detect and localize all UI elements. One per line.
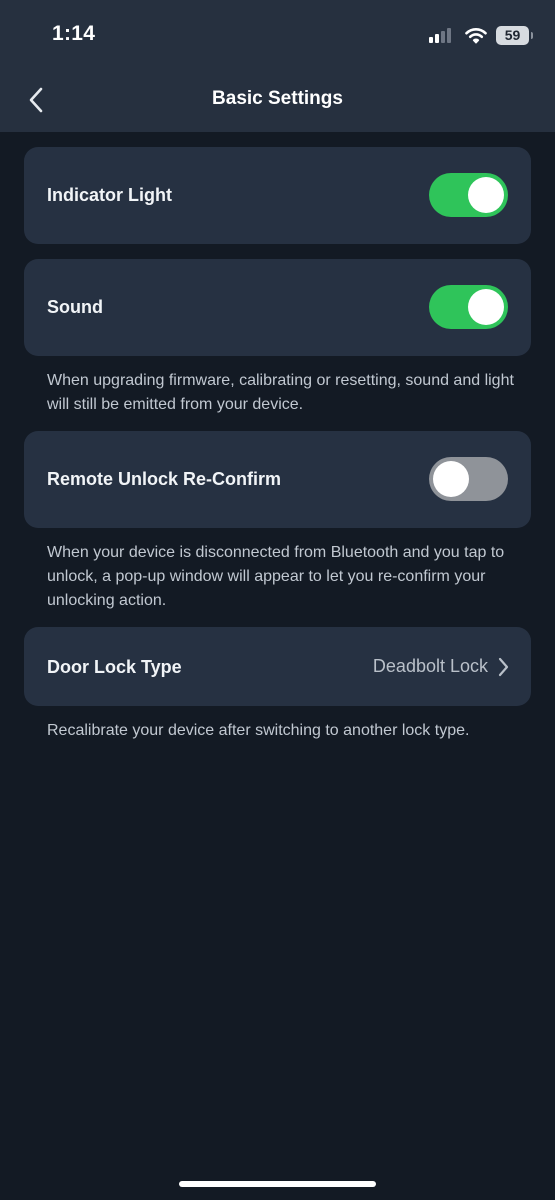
remote-unlock-label: Remote Unlock Re-Confirm [47,469,282,489]
remote-unlock-note: When your device is disconnected from Bl… [47,544,505,609]
toggle-knob [468,177,504,213]
status-time: 1:14 [52,22,96,45]
indicator-light-toggle[interactable] [429,173,508,217]
battery-level: 59 [504,27,521,43]
sound-label: Sound [47,297,103,317]
signal-icon [429,27,453,43]
battery-icon: 59 [496,25,533,45]
chevron-right-icon [498,657,509,676]
remote-unlock-toggle[interactable] [429,457,508,501]
toggle-knob [433,461,469,497]
status-icons: 59 [429,24,533,46]
door-lock-note: Recalibrate your device after switching … [47,722,470,739]
wifi-icon [465,27,487,44]
indicator-light-row: Indicator Light [24,147,531,244]
door-lock-type-label: Door Lock Type [47,657,182,677]
door-lock-type-value: Deadbolt Lock [372,656,488,676]
page-title: Basic Settings [212,88,343,109]
top-bar: 1:14 59 Basic Settings [0,0,555,132]
door-lock-type-value-group: Deadbolt Lock [373,656,509,677]
sound-row: Sound [24,259,531,356]
remote-unlock-row: Remote Unlock Re-Confirm [24,431,531,528]
toggle-knob [468,289,504,325]
home-indicator [179,1181,376,1187]
door-lock-type-row[interactable]: Door Lock Type Deadbolt Lock [24,627,531,706]
sound-note: When upgrading firmware, calibrating or … [47,372,514,413]
indicator-light-label: Indicator Light [47,185,172,205]
sound-toggle[interactable] [429,285,508,329]
battery-cap [531,31,533,39]
